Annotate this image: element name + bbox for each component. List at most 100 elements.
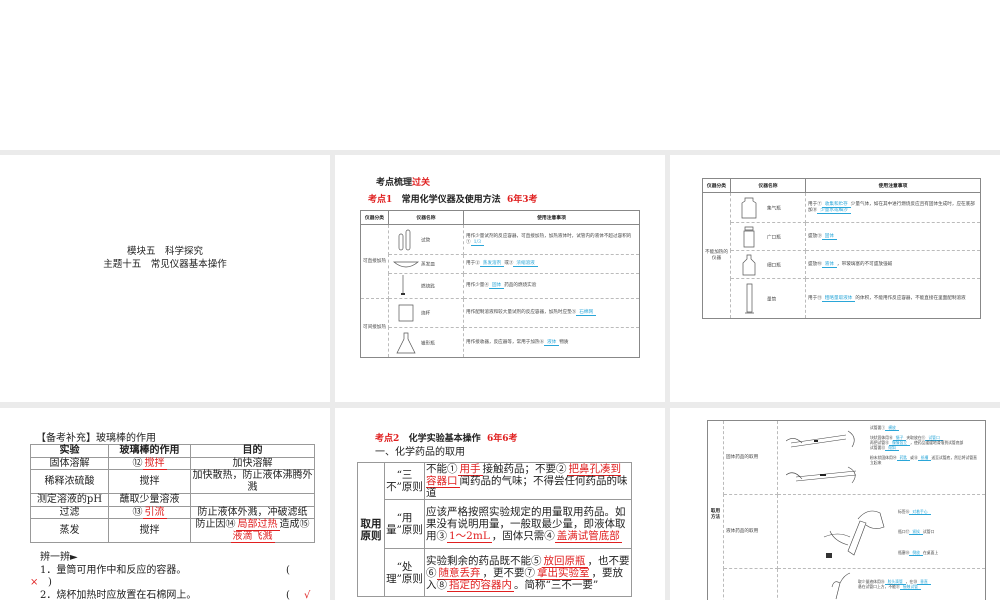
table-row: 液体药品的取用 标签⑯ 对着手心 瓶口⑰ 紧挨 试管口 瓶塞⑱ 倒放 在桌面上	[708, 494, 986, 569]
table-row: 取用原则 “三不”原则 不能① 用手 接触药品；不要② 把鼻孔凑到容器口 闻药品的气味；…	[357, 462, 632, 597]
slide-4-thumbnail[interactable]: 【备考补充】玻璃棒的作用 实验 玻璃棒的作用 目的 固体溶解 ⑫ 搅拌 加快溶解 稀释浓硫…	[0, 408, 330, 600]
instrument-name: 细口瓶	[767, 263, 781, 268]
cell: 测定溶液的pH	[30, 493, 109, 507]
note-text: 盛放⑨	[808, 233, 822, 239]
col-header: 使用注意事项	[805, 178, 981, 193]
group-cell: 取用方法	[707, 420, 724, 600]
cell: 蘸取少量溶液	[108, 493, 191, 507]
answer: 药匙	[896, 455, 911, 461]
instrument-name: 燃烧匙	[421, 284, 435, 290]
col-header: 仪器名称	[388, 210, 464, 225]
quiz-item: 2．烧杯加热时应放置在石棉网上。 (√	[40, 590, 320, 600]
answer: 粗略量取液体	[821, 295, 856, 302]
glass-rod-table: 实验 玻璃棒的作用 目的 固体溶解 ⑫ 搅拌 加快溶解 稀释浓硫酸 搅拌 加快散热，防止液体沸…	[30, 444, 315, 543]
principle-label: “用量”原则	[384, 499, 425, 549]
cell-text: 不能①	[426, 463, 458, 475]
cell: 防止液体外溅，冲破滤纸	[190, 505, 315, 519]
table-row: 细口瓶 盛放⑩ 液体 ，带玻璃塞的不可盛放强碱	[703, 250, 981, 279]
col-header: 仪器分类	[360, 210, 389, 225]
measuring-cylinder-icon	[745, 283, 754, 313]
answer: 石棉网	[576, 310, 597, 316]
note-text: 在桌面上	[922, 550, 939, 555]
cell: 加快散热，防止液体沸腾外溅	[190, 469, 315, 494]
slide-6-thumbnail[interactable]: 取用方法 固体药品的取用 试管要① 横放 块状固体用⑩ 镊子 夹取放在⑪ 试管口 再把试…	[670, 408, 1000, 600]
table-row: “处理”原则 实验剩余的药品既不能⑤ 放回原瓶 ，也不要⑥ 随意丢弃 ，更不要⑦ 拿出实验…	[358, 548, 632, 597]
table-row: 稀释浓硫酸 搅拌 加快散热，防止液体沸腾外溅	[30, 469, 315, 494]
answer: 盖满试管底部	[554, 530, 622, 543]
wide-mouth-bottle-icon	[743, 226, 755, 247]
instrument-name: 烧杯	[421, 311, 431, 317]
note-text: ，带玻璃塞的不可盛放强碱	[837, 261, 893, 267]
table-row: 测定溶液的pH 蘸取少量溶液	[30, 493, 315, 507]
kp-title: 考点1 常用化学仪器及使用方法 6年3考	[368, 192, 538, 205]
answer-correct: √	[304, 589, 311, 600]
instrument-table: 仪器分类 仪器名称 使用注意事项 不能加热的仪器 集气瓶 用于⑦ 收集和贮存 少量气体，…	[702, 178, 981, 319]
cell: 加快溶解	[190, 456, 315, 470]
answer: 固体	[821, 233, 837, 240]
note: 试管要① 横放	[870, 425, 980, 431]
quiz-text: 2．烧杯加热时应放置在石棉网上。	[40, 589, 197, 600]
answer: 纸槽	[917, 455, 932, 461]
liquid-notes: 标签⑯ 对着手心 瓶口⑰ 紧挨 试管口 瓶塞⑱ 倒放 在桌面上	[898, 509, 978, 556]
note-text: 瓶塞⑱	[898, 550, 910, 555]
note: 悬在试管口上方，不能㉑ 接触试管	[858, 584, 978, 590]
subsection-title: 一、化学药品的取用	[375, 447, 465, 458]
table-row: 量筒 用于⑪ 粗略量取液体 的体积，不能用作反应容器，不能直接在里面配制溶液	[703, 278, 981, 319]
supplement-title: 【备考补充】玻璃棒的作用	[36, 433, 156, 444]
quiz-answer-line: × )	[30, 577, 320, 590]
quiz-section: 辨一辨► 1．量筒可用作中和反应的容器。 ( × ) 2．烧杯加热时应放置在石棉网…	[30, 552, 320, 600]
group-cell: 可直接加热	[360, 224, 389, 299]
answer: 收集和贮存	[821, 201, 851, 208]
slide-2-thumbnail[interactable]: 考点梳理过关 考点1 常用化学仪器及使用方法 6年3考 仪器分类 仪器名称 使用注意…	[335, 155, 665, 402]
dropper-illustration	[831, 572, 851, 600]
answer: 1～2mL	[447, 530, 492, 543]
gas-jar-icon	[741, 197, 757, 218]
answer: 1/3	[470, 239, 485, 246]
dropper-notes: 取少量液体用⑲ 胶头滴管 ，在⑳ 垂直 悬在试管口上方，不能㉑ 接触试管	[858, 579, 978, 590]
answer: 浓缩溶液	[513, 261, 538, 267]
kp-frequency: 6年3考	[506, 195, 538, 205]
note-text: 试管要⑬	[870, 445, 886, 450]
kp-frequency: 6年6考	[486, 434, 518, 444]
note: 瓶塞⑱ 倒放 在桌面上	[898, 550, 978, 556]
note-text: 试管要①	[870, 425, 886, 430]
slide-title: 模块五 科学探究 主题十五 常见仪器基本操作	[0, 245, 330, 271]
table-row: 可直接加热 试管 用作少量试剂的反应容器，可直接加热，加热液体时，试管内的液体不…	[360, 224, 640, 299]
answer: 液体	[544, 339, 560, 346]
answer-wrong: ×	[30, 577, 39, 588]
instrument-name: 量筒	[767, 297, 777, 302]
cell-text: ，更不要⑦	[482, 566, 536, 579]
slide-5-thumbnail[interactable]: 考点2 化学实验基本操作 6年6考 一、化学药品的取用 取用原则 “三不”原则 …	[335, 408, 665, 600]
answer: 引流	[142, 506, 167, 519]
group-cell: 不能加热的仪器	[702, 192, 731, 319]
blank-number: ⑫	[132, 457, 143, 469]
cell-text: ，固体只需④	[491, 530, 555, 542]
note-text: 瓶口⑰	[898, 529, 910, 534]
quiz-item: 1．量筒可用作中和反应的容器。 (	[40, 565, 320, 578]
table-row: 燃烧匙 用作少量④ 固体 药品的燃烧实验	[361, 273, 640, 299]
combustion-spoon-icon	[401, 275, 405, 295]
slide-3-thumbnail[interactable]: 仪器分类 仪器名称 使用注意事项 不能加热的仪器 集气瓶 用于⑦ 收集和贮存 少量气体，…	[670, 155, 1000, 402]
cell-text: 接触药品；不要②	[482, 463, 567, 475]
cell: 蒸发	[30, 518, 109, 543]
cell: 搅拌	[108, 469, 191, 494]
heading-text: 考点梳理	[376, 178, 413, 188]
solid-notes: 试管要① 横放 块状固体用⑩ 镊子 夹取放在⑪ 试管口 再把试管⑫ 慢慢竖立 ，使药品缓缓地…	[870, 425, 980, 465]
module-title: 模块五 科学探究	[126, 246, 203, 257]
note-text: 或⑮	[910, 455, 918, 460]
table-row: 不能加热的仪器 集气瓶 用于⑦ 收集和贮存 少量气体，如在其中进行燃烧反应且有固体生…	[702, 192, 981, 319]
col-header: 仪器分类	[702, 178, 731, 193]
note-text: 悬在试管口上方，不能㉑	[858, 584, 900, 589]
slide-1-thumbnail[interactable]: 模块五 科学探究 主题十五 常见仪器基本操作	[0, 155, 330, 402]
note-text: 用作少量试剂的反应容器，可直接加热，加热液体时，试管内的液体不超过容积的①	[466, 233, 632, 245]
answer: 搅拌	[142, 457, 167, 470]
note-text: 试管口	[922, 529, 935, 534]
note-text: ，使药品缓缓地滑落到试管底部	[910, 440, 964, 445]
kp-name: 常用化学仪器及使用方法	[401, 195, 501, 205]
heading-highlight: 过关	[412, 178, 431, 188]
kp-label: 考点1	[368, 195, 393, 205]
col-header: 目的	[190, 444, 315, 458]
paren: (	[286, 564, 290, 576]
answer: 对着手心	[909, 509, 931, 515]
answer: 倾斜	[885, 445, 899, 451]
